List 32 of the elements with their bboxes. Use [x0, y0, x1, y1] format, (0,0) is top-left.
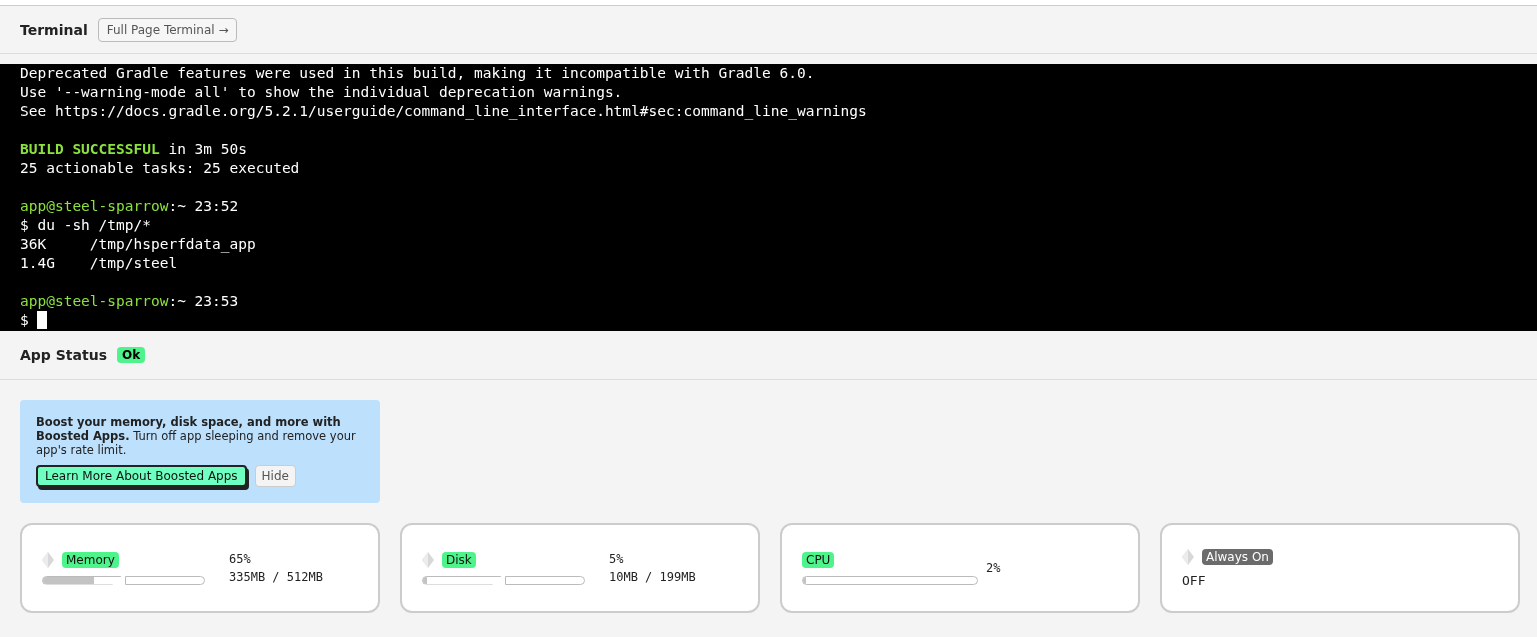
- terminal-text: BUILD SUCCESSFUL: [20, 141, 160, 157]
- terminal-title: Terminal: [20, 21, 88, 38]
- status-badge: Ok: [116, 347, 146, 363]
- cursor-block: [37, 311, 48, 329]
- terminal-text: :~ 23:53: [168, 293, 239, 309]
- stat-percent: 5%: [609, 551, 625, 568]
- stat-label: Memory: [62, 551, 119, 568]
- promo-text: Boost your memory, disk space, and more with Boosted Apps. Turn off app sleeping and remove your app's rate limit.: [36, 415, 357, 457]
- hide-button[interactable]: Hide: [254, 465, 296, 487]
- terminal-text: See https://docs.gradle.org/5.2.1/userguide/command_line_interface.html#sec:command_line_warnings: [20, 103, 867, 119]
- terminal-text: Use '--warning-mode all' to show the individual deprecation warnings.: [20, 84, 623, 100]
- terminal-text: $: [20, 312, 30, 328]
- stat-label: Disk: [442, 551, 476, 568]
- stat-detail: 10MB / 199MB: [609, 569, 696, 586]
- terminal-text: :~ 23:52: [168, 198, 239, 214]
- stat-detail: 335MB / 512MB: [229, 569, 323, 586]
- terminal-text: in 3m 50s: [167, 141, 247, 157]
- terminal-text: 36K /tmp/hsperfdata_app: [20, 236, 256, 252]
- terminal-text: 1.4G /tmp/steel: [20, 255, 178, 271]
- terminal-text: 25 actionable tasks: 25 executed: [20, 160, 300, 176]
- terminal-text: $ du -sh /tmp/*: [20, 217, 151, 233]
- stat-percent: 65%: [229, 551, 252, 568]
- terminal-text: Deprecated Gradle features were used in this build, making it incompatible with Gradle 6.0.: [20, 65, 815, 81]
- app-status-title: App Status: [20, 347, 107, 363]
- stat-percent: 2%: [986, 560, 1001, 577]
- stat-label: Always On: [1202, 548, 1273, 565]
- stat-label: CPU: [802, 551, 835, 568]
- stat-value: OFF: [1182, 572, 1207, 588]
- terminal-text: app@steel-sparrow: [20, 198, 169, 214]
- learn-more-button[interactable]: Learn More About Boosted Apps: [36, 465, 247, 487]
- terminal-text: app@steel-sparrow: [20, 293, 169, 309]
- full-page-terminal-button[interactable]: Full Page Terminal →: [97, 17, 238, 42]
